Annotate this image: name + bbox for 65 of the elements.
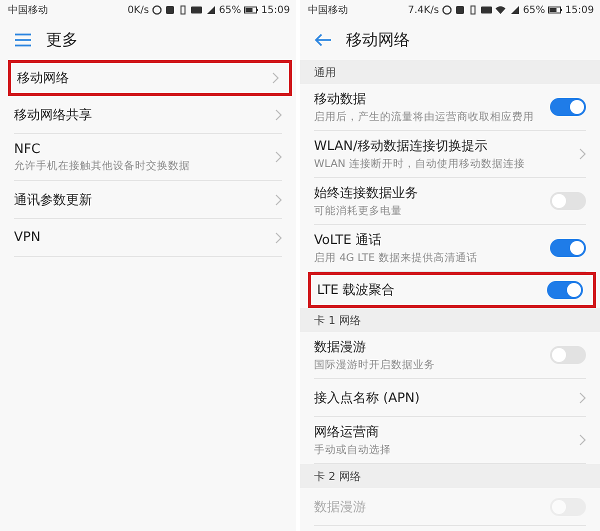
highlighted-setting-row[interactable]: 移动网络	[8, 60, 292, 96]
battery-icon	[244, 5, 258, 15]
menu-icon[interactable]	[14, 33, 32, 47]
setting-row[interactable]: 接入点名称 (APN)	[300, 379, 600, 417]
setting-title: 接入点名称 (APN)	[314, 390, 421, 406]
setting-row[interactable]: VPN	[0, 219, 296, 257]
carrier-name: 中国移动	[8, 4, 49, 17]
clock-time: 15:09	[565, 4, 594, 16]
back-arrow-icon[interactable]	[314, 33, 332, 47]
clock-time: 15:09	[261, 4, 290, 16]
wifi-icon	[494, 5, 506, 15]
setting-title: 通讯参数更新	[14, 192, 93, 208]
setting-row[interactable]: 始终连接数据业务 可能消耗更多电量	[300, 178, 600, 225]
setting-title: 始终连接数据业务	[314, 185, 419, 202]
setting-title: WLAN/移动数据连接切换提示	[314, 138, 488, 155]
network-speed: 7.4K/s	[408, 4, 439, 16]
setting-description: 启用后，产生的流量将由运营商收取相应费用	[314, 110, 535, 124]
chevron-right-icon	[275, 151, 282, 163]
setting-title: 数据漫游	[314, 498, 367, 516]
carrier-name: 中国移动	[308, 4, 349, 17]
setting-row[interactable]: 移动数据 启用后，产生的流量将由运营商收取相应费用	[300, 84, 600, 131]
page-title: 更多	[46, 30, 78, 50]
setting-description: 允许手机在接触其他设备时交换数据	[14, 158, 191, 172]
chevron-right-icon	[579, 434, 586, 446]
setting-row[interactable]: 数据漫游 国际漫游时开启数据业务	[300, 332, 600, 379]
network-speed: 0K/s	[127, 4, 149, 16]
setting-title: 网络运营商	[314, 424, 380, 441]
setting-title: LTE 载波聚合	[317, 282, 396, 299]
setting-row[interactable]: 移动网络共享	[0, 96, 296, 134]
setting-title: VoLTE 通话	[314, 232, 383, 249]
toggle-switch[interactable]	[550, 192, 586, 210]
signal-icon	[508, 5, 520, 15]
chevron-right-icon	[275, 194, 282, 206]
toggle-switch[interactable]	[550, 239, 586, 257]
setting-title: 数据漫游	[314, 339, 367, 356]
section-heading: 卡 1 网络	[300, 308, 600, 332]
setting-row[interactable]: VoLTE 通话 启用 4G LTE 数据来提供高清通话	[300, 225, 600, 272]
chevron-right-icon	[275, 232, 282, 244]
setting-row[interactable]: WLAN/移动数据连接切换提示 WLAN 连接断开时，自动使用移动数据连接	[300, 131, 600, 178]
toggle-switch[interactable]	[547, 281, 583, 299]
chevron-right-icon	[272, 72, 279, 84]
signal-icon	[204, 5, 216, 15]
toggle-switch[interactable]	[550, 98, 586, 116]
setting-title: 移动数据	[314, 91, 367, 108]
battery-percent: 65%	[218, 4, 242, 16]
chevron-right-icon	[275, 108, 282, 120]
battery-icon	[548, 5, 562, 15]
setting-title: 移动网络共享	[14, 106, 93, 124]
setting-row[interactable]: 通讯参数更新	[0, 181, 296, 219]
setting-row[interactable]: NFC 允许手机在接触其他设备时交换数据	[0, 134, 296, 181]
toggle-switch[interactable]	[550, 346, 586, 364]
section-heading: 通用	[300, 60, 600, 84]
setting-description: 启用 4G LTE 数据来提供高清通话	[314, 251, 478, 265]
battery-percent: 65%	[522, 4, 546, 16]
setting-description: 手动或自动选择	[314, 443, 392, 457]
setting-description: 国际漫游时开启数据业务	[314, 358, 436, 372]
page-title: 移动网络	[346, 30, 410, 50]
setting-title: VPN	[14, 230, 42, 245]
chevron-right-icon	[579, 148, 586, 160]
setting-description: 可能消耗更多电量	[314, 204, 403, 218]
setting-description: WLAN 连接断开时，自动使用移动数据连接	[314, 157, 526, 171]
setting-title: 移动网络	[17, 70, 70, 87]
setting-title: NFC	[14, 142, 42, 156]
chevron-right-icon	[579, 392, 586, 404]
section-heading: 卡 2 网络	[300, 464, 600, 488]
